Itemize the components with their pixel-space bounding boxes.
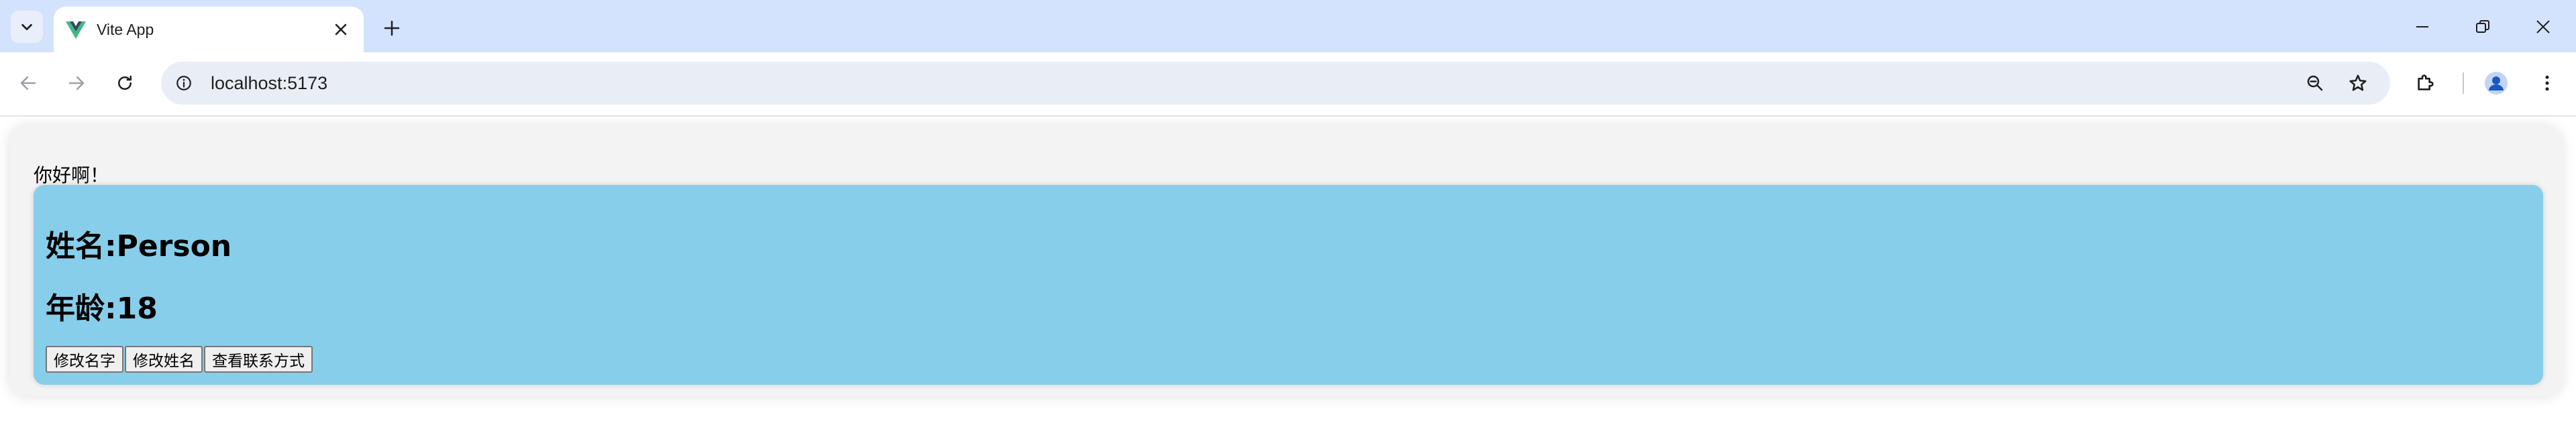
person-name: 姓名:Person <box>46 229 232 263</box>
zoom-icon <box>2307 75 2323 91</box>
zoom-button[interactable] <box>2302 70 2328 97</box>
forward-button[interactable] <box>60 67 93 99</box>
site-info-button[interactable] <box>170 70 197 97</box>
restore-button[interactable] <box>2463 7 2503 47</box>
url-text[interactable]: localhost:5173 <box>211 73 327 94</box>
avatar-icon <box>2485 72 2508 95</box>
star-icon <box>2349 74 2367 91</box>
reload-button[interactable] <box>109 67 141 99</box>
change-name-button[interactable]: 修改名字 <box>46 346 123 373</box>
kebab-menu-icon <box>2545 75 2549 91</box>
bookmark-button[interactable] <box>2345 70 2371 97</box>
vue-logo-icon <box>66 21 86 39</box>
person-age: 年龄:18 <box>46 292 158 326</box>
browser-menu-button[interactable] <box>2531 67 2563 99</box>
page-viewport: 你好啊！ 姓名:Person 年龄:18 修改名字 修改姓名 查看联系方式 <box>0 117 2576 427</box>
plus-icon <box>384 20 400 36</box>
new-tab-button[interactable] <box>377 13 407 43</box>
button-row: 修改名字 修改姓名 查看联系方式 <box>46 346 314 373</box>
tab-strip: Vite App <box>0 0 2576 52</box>
change-surname-button[interactable]: 修改姓名 <box>125 346 203 373</box>
greeting-text: 你好啊！ <box>34 164 109 186</box>
extensions-button[interactable] <box>2409 67 2441 99</box>
close-icon <box>335 23 347 36</box>
app-container: 你好啊！ 姓名:Person 年龄:18 修改名字 修改姓名 查看联系方式 <box>9 126 2562 397</box>
arrow-left-icon <box>20 76 36 90</box>
restore-icon <box>2476 20 2489 33</box>
tab-search-button[interactable] <box>11 11 43 43</box>
toolbar-divider <box>2463 72 2464 94</box>
puzzle-icon <box>2418 74 2434 90</box>
address-bar[interactable]: localhost:5173 <box>161 62 2390 105</box>
info-icon <box>176 76 191 90</box>
arrow-right-icon <box>68 76 85 90</box>
tab-title: Vite App <box>97 21 154 38</box>
minimize-button[interactable] <box>2402 7 2442 47</box>
minimize-icon <box>2416 26 2428 27</box>
browser-toolbar: localhost:5173 <box>0 52 2576 117</box>
reload-icon <box>118 75 132 90</box>
view-contact-button[interactable]: 查看联系方式 <box>204 346 313 373</box>
person-card: 姓名:Person 年龄:18 修改名字 修改姓名 查看联系方式 <box>34 185 2543 385</box>
back-button[interactable] <box>12 67 44 99</box>
chevron-down-icon <box>21 23 32 31</box>
profile-button[interactable] <box>2480 67 2512 99</box>
active-tab[interactable]: Vite App <box>54 7 364 52</box>
close-window-button[interactable] <box>2523 7 2563 47</box>
tab-close-button[interactable] <box>330 19 352 40</box>
close-icon <box>2536 20 2550 34</box>
